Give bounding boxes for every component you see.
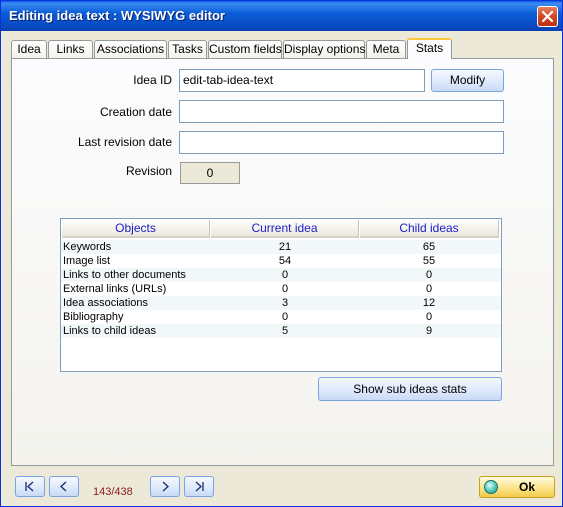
child-ideas-cell: 12 bbox=[422, 297, 436, 309]
ok-label: Ok bbox=[518, 480, 535, 494]
record-counter: 143/438 bbox=[93, 486, 133, 498]
column-header-current-idea[interactable]: Current idea bbox=[211, 220, 359, 238]
first-icon bbox=[25, 481, 34, 492]
object-cell: Keywords bbox=[63, 241, 112, 253]
table-header: Objects Current idea Child ideas bbox=[61, 219, 501, 239]
current-idea-cell: 21 bbox=[278, 241, 292, 253]
prev-icon bbox=[60, 481, 67, 492]
object-cell: Links to child ideas bbox=[63, 325, 156, 337]
child-ideas-cell: 9 bbox=[425, 325, 433, 337]
object-cell: External links (URLs) bbox=[63, 283, 167, 295]
tab-tasks[interactable]: Tasks bbox=[168, 40, 207, 59]
idea-id-field[interactable]: edit-tab-idea-text bbox=[179, 69, 425, 92]
footer-bar: 143/438 Ok bbox=[1, 468, 562, 506]
last-icon bbox=[195, 481, 204, 492]
object-cell: Idea associations bbox=[63, 297, 148, 309]
creation-date-label: Creation date bbox=[99, 105, 172, 119]
current-idea-cell: 0 bbox=[281, 269, 289, 281]
tab-idea[interactable]: Idea bbox=[11, 40, 47, 59]
child-ideas-cell: 55 bbox=[422, 255, 436, 267]
next-icon bbox=[162, 481, 169, 492]
first-button[interactable] bbox=[15, 476, 45, 497]
modify-button[interactable]: Modify bbox=[431, 69, 504, 92]
previous-button[interactable] bbox=[49, 476, 79, 497]
current-idea-cell: 3 bbox=[281, 297, 289, 309]
last-button[interactable] bbox=[184, 476, 214, 497]
close-icon bbox=[542, 11, 553, 22]
column-header-objects[interactable]: Objects bbox=[62, 220, 210, 238]
current-idea-cell: 54 bbox=[278, 255, 292, 267]
current-idea-cell: 5 bbox=[281, 325, 289, 337]
table-row[interactable]: Idea associations 3 12 bbox=[61, 296, 501, 310]
table-row[interactable]: Keywords 21 65 bbox=[61, 240, 501, 254]
idea-id-label: Idea ID bbox=[133, 73, 172, 87]
child-ideas-cell: 0 bbox=[425, 311, 433, 323]
table-row[interactable]: Links to child ideas 5 9 bbox=[61, 324, 501, 338]
stats-panel: Idea ID edit-tab-idea-text Modify Creati… bbox=[11, 58, 554, 466]
stats-table[interactable]: Objects Current idea Child ideas Keyword… bbox=[60, 218, 502, 372]
table-row[interactable]: Bibliography 0 0 bbox=[61, 310, 501, 324]
title-bar[interactable]: Editing idea text : WYSIWYG editor bbox=[1, 1, 562, 31]
child-ideas-cell: 0 bbox=[425, 283, 433, 295]
object-cell: Links to other documents bbox=[63, 269, 186, 281]
window-title: Editing idea text : WYSIWYG editor bbox=[9, 8, 225, 23]
table-row[interactable]: External links (URLs) 0 0 bbox=[61, 282, 501, 296]
last-revision-date-field[interactable] bbox=[179, 131, 504, 154]
revision-value: 0 bbox=[180, 162, 240, 184]
table-row[interactable]: Image list 54 55 bbox=[61, 254, 501, 268]
column-header-child-ideas[interactable]: Child ideas bbox=[360, 220, 499, 238]
table-row[interactable]: Links to other documents 0 0 bbox=[61, 268, 501, 282]
revision-label: Revision bbox=[125, 164, 172, 178]
last-revision-date-label: Last revision date bbox=[77, 135, 172, 149]
tab-meta[interactable]: Meta bbox=[366, 40, 406, 59]
creation-date-field[interactable] bbox=[179, 100, 504, 123]
close-button[interactable] bbox=[537, 6, 558, 27]
current-idea-cell: 0 bbox=[281, 311, 289, 323]
child-ideas-cell: 0 bbox=[425, 269, 433, 281]
tab-stats[interactable]: Stats bbox=[407, 38, 452, 59]
ok-button[interactable]: Ok bbox=[479, 476, 555, 498]
tab-links[interactable]: Links bbox=[48, 40, 93, 59]
show-sub-ideas-stats-button[interactable]: Show sub ideas stats bbox=[318, 377, 502, 401]
dialog-window: Editing idea text : WYSIWYG editor Idea … bbox=[0, 0, 563, 507]
next-button[interactable] bbox=[150, 476, 180, 497]
tab-display-options[interactable]: Display options bbox=[283, 40, 365, 59]
object-cell: Image list bbox=[63, 255, 111, 267]
tab-associations[interactable]: Associations bbox=[94, 40, 167, 59]
object-cell: Bibliography bbox=[63, 311, 124, 323]
current-idea-cell: 0 bbox=[281, 283, 289, 295]
tab-custom-fields[interactable]: Custom fields bbox=[208, 40, 282, 59]
bulb-icon bbox=[484, 480, 498, 494]
child-ideas-cell: 65 bbox=[422, 241, 436, 253]
